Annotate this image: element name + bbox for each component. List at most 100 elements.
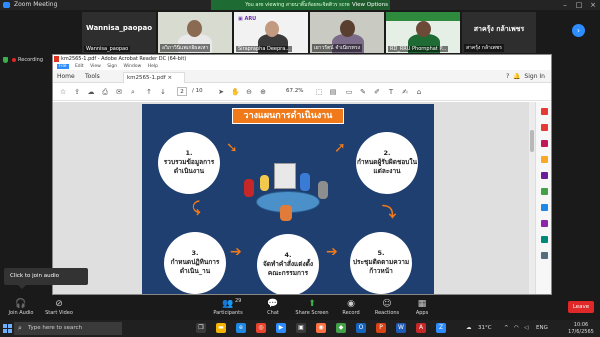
participant-tile[interactable]: Wannisa_paopao Wannisa_paopao — [82, 12, 156, 53]
zoom-toolbar: 🎧 Join Audio ⊘ Start Video 👥 29 Particip… — [0, 295, 600, 320]
search-icon[interactable]: ⌕ — [129, 88, 137, 96]
firefox-icon[interactable]: ◉ — [316, 323, 326, 333]
menu-edit[interactable]: Edit — [75, 64, 84, 69]
edge-icon[interactable]: e — [236, 323, 246, 333]
upload-icon[interactable]: ☁ — [87, 88, 95, 96]
zoom-app-icon[interactable]: ▶ — [276, 323, 286, 333]
wifi-icon[interactable]: ◠ — [514, 320, 519, 337]
document-viewport[interactable]: วางแผนการดำเนินงาน 1. รวบรวมข้อมูลการดำเ… — [53, 102, 551, 294]
participants-button[interactable]: 👥 29 Participants — [203, 298, 253, 318]
zoom-level[interactable]: 67.2% — [286, 88, 303, 94]
export-pdf-icon[interactable] — [541, 108, 548, 115]
participant-center-name: สาครุ้ง กล้าเพชร — [473, 25, 525, 33]
tray-chevron-icon[interactable]: ^ — [504, 320, 509, 337]
share-icon[interactable]: ⇪ — [73, 88, 81, 96]
taskbar-search-box[interactable]: ⌕ Type here to search — [14, 322, 122, 335]
participant-tile[interactable]: RD_RRU Phornphat P... — [386, 12, 460, 53]
sign-in-link[interactable]: Sign In — [524, 73, 545, 80]
participant-tile[interactable]: ▣ ARU Siraprapha Deepra... — [234, 12, 308, 53]
arrow-icon: ➔ — [230, 244, 242, 260]
taskbar-search-placeholder: Type here to search — [28, 325, 83, 331]
page-down-icon[interactable]: ↓ — [159, 88, 167, 96]
menu-view[interactable]: View — [90, 64, 101, 69]
combine-icon[interactable] — [541, 172, 548, 179]
tab-document[interactable]: km2565-1.pdf × — [123, 72, 185, 83]
menu-file[interactable]: File — [57, 64, 69, 69]
powerpoint-icon[interactable]: P — [376, 323, 386, 333]
tab-tools[interactable]: Tools — [85, 70, 100, 83]
acrobat-taskbar-icon[interactable]: A — [416, 323, 426, 333]
more-tools-icon[interactable] — [541, 252, 548, 259]
zoom-taskbar-icon[interactable]: Z — [436, 323, 446, 333]
view-options-button[interactable]: View Options ▾ — [350, 0, 390, 18]
minimize-icon[interactable]: – — [558, 0, 572, 10]
menu-sign[interactable]: Sign — [107, 64, 117, 69]
task-view-icon[interactable]: ❐ — [196, 323, 206, 333]
step-circle: 4. จัดทำคำสั่งแต่งตั้งคณะกรรมการ — [257, 234, 319, 294]
page-number-input[interactable]: 2 — [177, 87, 187, 96]
edit-pdf-icon[interactable] — [541, 140, 548, 147]
screen: Zoom Meeting You are viewing สายนาติ๊มห้… — [0, 0, 600, 337]
participant-tile[interactable]: อวิภาวินิแพเกอิผลเหา — [158, 12, 232, 53]
language-indicator[interactable]: ENG — [536, 320, 548, 337]
mail-icon[interactable]: ✉ — [115, 88, 123, 96]
comment-icon[interactable]: ▭ — [345, 88, 353, 96]
chat-label: Chat — [267, 310, 279, 316]
word-icon[interactable]: W — [396, 323, 406, 333]
tab-home[interactable]: Home — [57, 70, 75, 83]
organize-icon[interactable] — [541, 188, 548, 195]
zoom-out-icon[interactable]: ⊖ — [245, 88, 253, 96]
taskbar-clock[interactable]: 10:06 17/6/2565 — [568, 322, 594, 335]
join-audio-label: Join Audio — [8, 310, 34, 316]
slide-page: วางแผนการดำเนินงาน 1. รวบรวมข้อมูลการดำเ… — [142, 104, 434, 294]
send-icon[interactable] — [541, 236, 548, 243]
create-pdf-icon[interactable] — [541, 124, 548, 131]
cursor-icon[interactable]: ➤ — [217, 88, 225, 96]
step-circle: 2. กำหนดผู้รับผิดชอบในแต่ละงาน — [356, 132, 418, 194]
participant-tile[interactable]: เยาวรัตน์ จำเนียรทรง — [310, 12, 384, 53]
windows-start-icon[interactable] — [3, 324, 12, 333]
comment-tool-icon[interactable] — [541, 156, 548, 163]
step-circle: 3. กำหนดปฏิทินการดำเนิน_าน — [164, 232, 226, 294]
outlook-icon[interactable]: O — [356, 323, 366, 333]
hand-icon[interactable]: ✋ — [231, 88, 240, 96]
menu-window[interactable]: Window — [124, 64, 142, 69]
maximize-icon[interactable]: □ — [572, 0, 586, 10]
participant-tile[interactable]: สาครุ้ง กล้าเพชร สาครุ้ง กล้าเพชร — [462, 12, 536, 53]
scrollbar-thumb[interactable] — [530, 130, 534, 152]
recording-indicator[interactable]: Recording — [0, 55, 52, 65]
scroll-mode-icon[interactable]: ▤ — [329, 88, 337, 96]
maps-icon[interactable]: ◆ — [336, 323, 346, 333]
acrobat-title: km2565-1.pdf - Adobe Acrobat Reader DC (… — [61, 56, 187, 62]
file-explorer-icon[interactable]: ▬ — [216, 323, 226, 333]
highlight-icon[interactable]: ✎ — [359, 88, 367, 96]
close-icon[interactable]: × — [586, 0, 600, 10]
volume-icon[interactable]: ◁ — [524, 320, 528, 337]
fill-sign-icon[interactable] — [541, 220, 548, 227]
zoom-in-icon[interactable]: ⊕ — [259, 88, 267, 96]
share-screen-label: Share Screen — [295, 310, 329, 316]
chevron-right-icon[interactable]: › — [572, 24, 585, 37]
weather-icon[interactable]: ☁ — [466, 320, 472, 337]
stamp-icon[interactable]: ⌂ — [415, 88, 423, 96]
close-tab-icon[interactable]: × — [167, 75, 172, 81]
text-icon[interactable]: T — [387, 88, 395, 96]
chrome-icon[interactable]: ◎ — [256, 323, 266, 333]
apps-button[interactable]: ▦ Apps — [397, 298, 447, 318]
bell-icon[interactable]: 🔔 — [513, 73, 520, 80]
draw-icon[interactable]: ✐ — [373, 88, 381, 96]
print-icon[interactable]: ⎙ — [101, 88, 109, 96]
temperature[interactable]: 31°C — [478, 320, 492, 337]
fit-page-icon[interactable]: ⬚ — [315, 88, 323, 96]
star-icon[interactable]: ☆ — [59, 88, 67, 96]
compress-icon[interactable] — [541, 204, 548, 211]
menu-help[interactable]: Help — [148, 64, 158, 69]
participant-name: อวิภาวินิแพเกอิผลเหา — [160, 44, 211, 52]
leave-button[interactable]: Leave — [568, 301, 594, 313]
start-video-button[interactable]: ⊘ Start Video — [34, 298, 84, 318]
store-icon[interactable]: ▣ — [296, 323, 306, 333]
help-icon[interactable]: ? — [506, 73, 509, 80]
sign-icon[interactable]: ✍ — [401, 88, 409, 96]
page-up-icon[interactable]: ↑ — [145, 88, 153, 96]
acrobat-toolbar: ☆ ⇪ ☁ ⎙ ✉ ⌕ ↑ ↓ 2 / 10 ➤ ✋ ⊖ ⊕ 67.2% ⬚ ▤… — [53, 83, 551, 101]
